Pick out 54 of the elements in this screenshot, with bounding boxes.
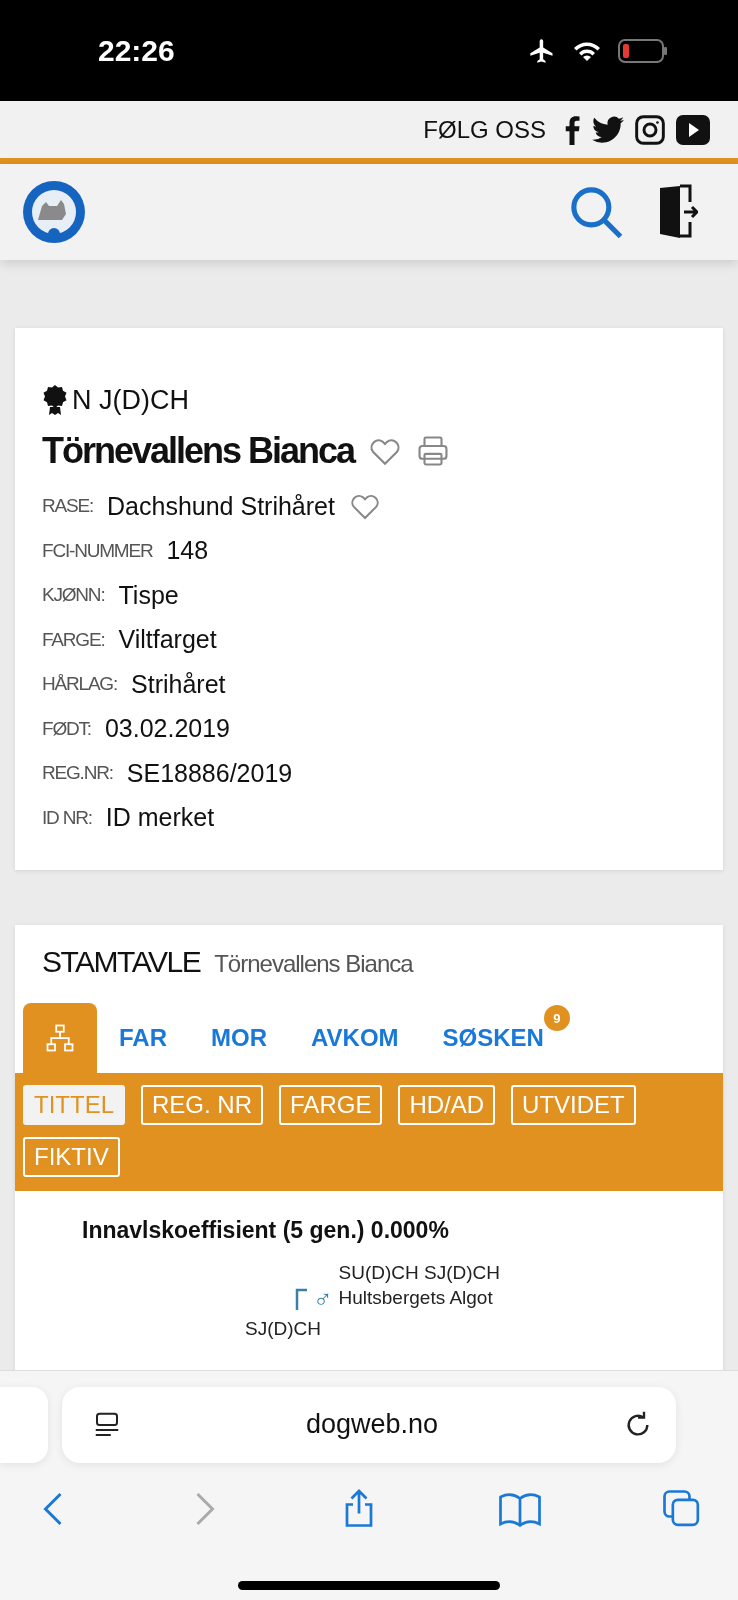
filter-button[interactable]: UTVIDET	[511, 1085, 636, 1125]
follow-label: FØLG OSS	[423, 115, 546, 144]
field-label: ID NR:	[42, 806, 92, 829]
pedigree-tab[interactable]: AVKOM	[289, 1003, 421, 1073]
airplane-icon	[528, 36, 556, 65]
youtube-icon[interactable]	[676, 114, 710, 145]
ancestor-title: SU(D)CH SJ(D)CH	[338, 1261, 500, 1285]
filter-button[interactable]: FIKTIV	[23, 1137, 120, 1177]
address-bar[interactable]: dogweb.no	[62, 1386, 676, 1463]
pedigree-tab[interactable]: FAR	[97, 1003, 189, 1073]
connector-line	[295, 1288, 307, 1310]
field-label: RASE:	[42, 495, 94, 518]
hierarchy-icon	[45, 1023, 75, 1053]
field-value: Tispe	[118, 580, 179, 610]
field-value: 03.02.2019	[104, 714, 230, 744]
dog-name: Törnevallens Bianca	[42, 430, 355, 472]
inbreeding-coefficient: Innavlskoeffisient (5 gen.) 0.000%	[81, 1217, 450, 1244]
sex-symbol: ♂	[313, 1284, 333, 1312]
pedigree-dog-name: Törnevallens Bianca	[214, 950, 413, 978]
rosette-icon	[42, 384, 68, 416]
ancestor-title: SJ(D)CH	[245, 1317, 321, 1341]
field-value: Dachshund Strihåret	[107, 491, 335, 521]
battery-icon	[618, 38, 668, 63]
pedigree-tab[interactable]	[23, 1003, 97, 1073]
field-label: REG.NR:	[42, 762, 113, 785]
field-label: FØDT:	[42, 717, 91, 740]
field-value: 148	[166, 536, 209, 566]
instagram-icon[interactable]	[634, 113, 666, 146]
filter-button[interactable]: TITTEL	[23, 1085, 125, 1125]
field-label: FARGE:	[42, 628, 105, 651]
field-label: HÅRLAG:	[42, 673, 117, 696]
field-label: KJØNN:	[42, 584, 105, 607]
logout-icon[interactable]	[658, 184, 698, 240]
status-time: 22:26	[98, 33, 175, 68]
field-value: Strihåret	[131, 669, 226, 699]
filter-button[interactable]: REG. NR	[141, 1085, 264, 1125]
ancestor-name[interactable]: Hultsbergets Algot	[338, 1285, 500, 1310]
pedigree-title: STAMTAVLE	[42, 945, 201, 979]
field-value: SE18886/2019	[126, 758, 293, 788]
tabs-icon[interactable]	[662, 1489, 702, 1529]
twitter-icon[interactable]	[592, 115, 624, 144]
count-badge: 9	[543, 1005, 570, 1031]
filter-button[interactable]: HD/AD	[398, 1085, 496, 1125]
field-value: Viltfarget	[118, 625, 217, 655]
dog-title: N J(D)CH	[72, 384, 189, 416]
search-icon[interactable]	[568, 184, 624, 240]
club-logo	[22, 180, 86, 244]
field-label: FCI-NUMMER	[42, 539, 153, 562]
bookmarks-icon[interactable]	[498, 1491, 541, 1527]
url-text: dogweb.no	[305, 1409, 439, 1440]
pedigree-tab[interactable]: MOR	[189, 1003, 289, 1073]
print-icon[interactable]	[416, 434, 451, 468]
filter-button[interactable]: FARGE	[279, 1085, 383, 1125]
field-value: ID merket	[105, 803, 215, 833]
